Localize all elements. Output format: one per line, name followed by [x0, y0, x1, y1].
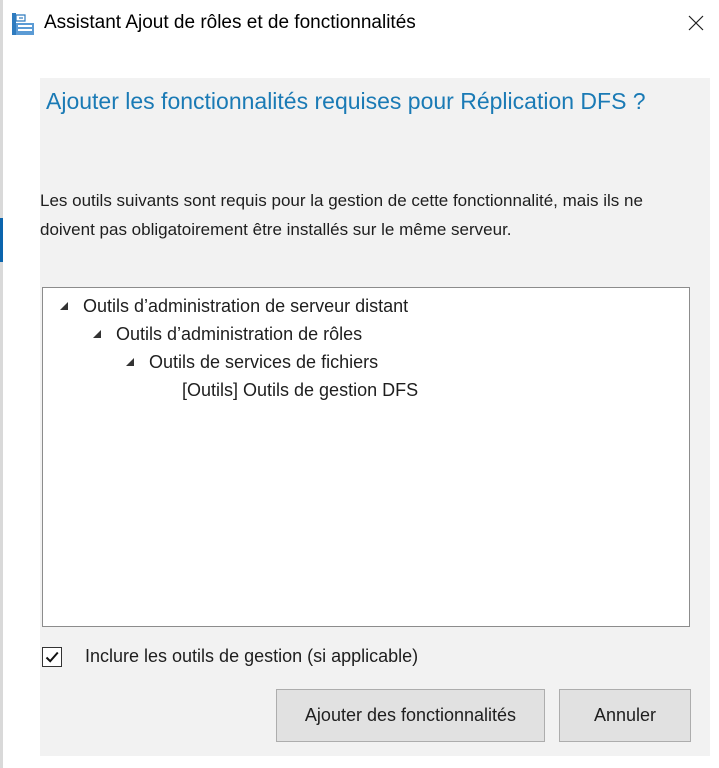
window-left-accent	[0, 218, 3, 262]
server-manager-icon	[11, 12, 35, 36]
tree-item-file-services-tools[interactable]: Outils de services de fichiers	[123, 348, 378, 376]
tree-item-label: Outils d’administration de serveur dista…	[83, 295, 409, 316]
dialog-content: Ajouter les fonctionnalités requises pou…	[40, 78, 710, 756]
tree-item-label: [Outils] Outils de gestion DFS	[182, 379, 419, 400]
tree-item-dfs-management-tools[interactable]: [Outils] Outils de gestion DFS	[182, 376, 418, 404]
title-bar: Assistant Ajout de rôles et de fonctionn…	[0, 0, 719, 50]
tree-item-label: Outils d’administration de rôles	[116, 323, 363, 344]
window-title: Assistant Ajout de rôles et de fonctionn…	[44, 12, 416, 33]
close-button[interactable]	[673, 0, 719, 46]
add-features-button[interactable]: Ajouter des fonctionnalités	[276, 689, 545, 742]
collapse-triangle-icon[interactable]	[90, 327, 104, 341]
wizard-window: Assistant Ajout de rôles et de fonctionn…	[0, 0, 719, 768]
include-tools-option[interactable]: Inclure les outils de gestion (si applic…	[42, 646, 418, 667]
dialog-description: Les outils suivants sont requis pour la …	[40, 191, 643, 239]
tree-item-remote-admin-tools[interactable]: Outils d’administration de serveur dista…	[57, 292, 408, 320]
window-left-edge	[0, 0, 3, 768]
required-tools-tree[interactable]: Outils d’administration de serveur dista…	[42, 287, 690, 627]
include-tools-label[interactable]: Inclure les outils de gestion (si applic…	[85, 646, 418, 667]
checkmark-icon	[45, 651, 59, 663]
include-tools-checkbox[interactable]	[42, 646, 62, 667]
cancel-button[interactable]: Annuler	[559, 689, 691, 742]
tree-item-role-admin-tools[interactable]: Outils d’administration de rôles	[90, 320, 362, 348]
collapse-triangle-icon[interactable]	[57, 299, 71, 313]
dialog-heading: Ajouter les fonctionnalités requises pou…	[46, 88, 646, 114]
close-icon	[688, 15, 704, 31]
collapse-triangle-icon[interactable]	[123, 355, 137, 369]
tree-item-label: Outils de services de fichiers	[149, 351, 379, 372]
